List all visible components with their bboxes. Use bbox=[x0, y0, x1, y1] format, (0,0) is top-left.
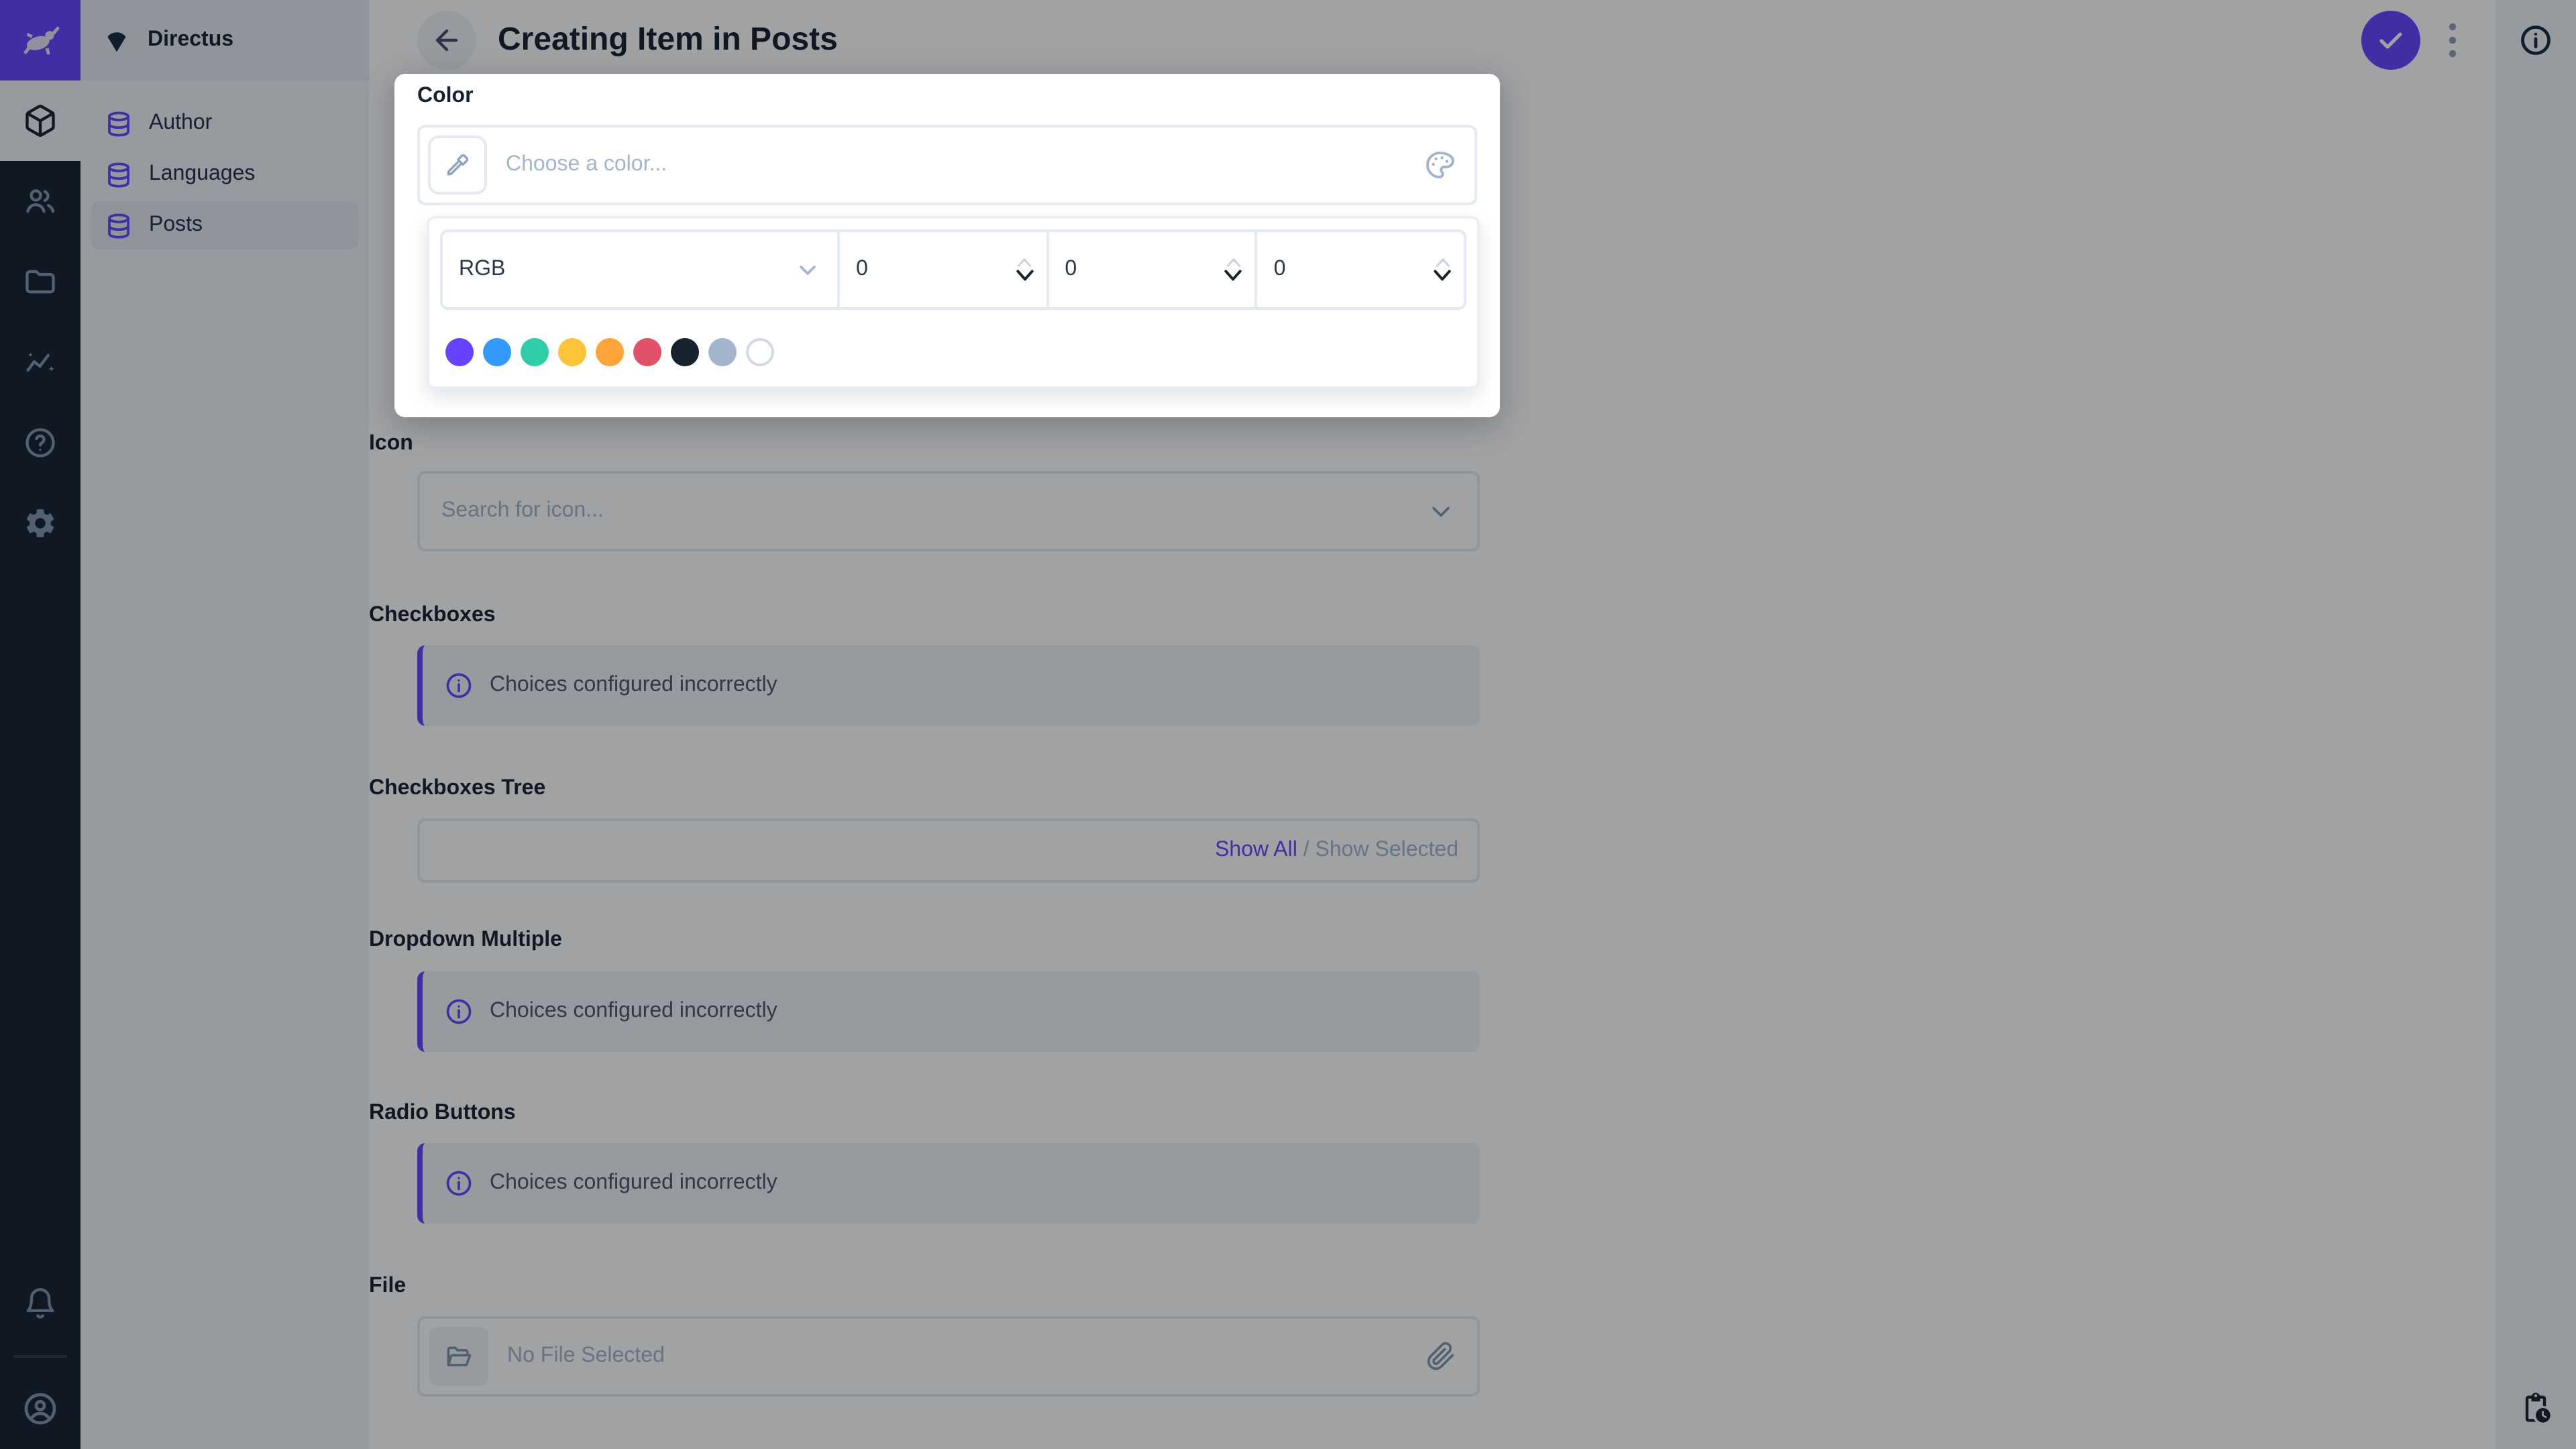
channel-g-steppers bbox=[1223, 256, 1244, 283]
channel-r-cell bbox=[840, 232, 1049, 307]
color-swatch[interactable] bbox=[558, 338, 586, 366]
stepper-down-icon[interactable] bbox=[1223, 268, 1244, 283]
channel-b-steppers bbox=[1432, 256, 1453, 283]
color-swatch[interactable] bbox=[671, 338, 699, 366]
stepper-up-icon[interactable] bbox=[1016, 256, 1033, 268]
channel-g-cell bbox=[1049, 232, 1258, 307]
palette-icon[interactable] bbox=[1424, 149, 1456, 181]
color-swatch[interactable] bbox=[445, 338, 474, 366]
color-input[interactable]: Choose a color... bbox=[417, 125, 1477, 205]
color-picker-menu: RGB bbox=[427, 216, 1480, 389]
color-swatch[interactable] bbox=[708, 338, 737, 366]
color-swatch[interactable] bbox=[746, 338, 774, 366]
field-label-color: Color bbox=[417, 85, 474, 107]
channel-b-cell bbox=[1258, 232, 1464, 307]
directus-app: Directus Author Languages Posts Creating… bbox=[0, 0, 2576, 1449]
color-input-placeholder: Choose a color... bbox=[506, 153, 667, 176]
channel-r-steppers bbox=[1014, 256, 1035, 283]
color-swatch[interactable] bbox=[521, 338, 549, 366]
preset-swatches bbox=[429, 321, 1477, 366]
color-mode-select[interactable]: RGB bbox=[443, 232, 840, 307]
stepper-down-icon[interactable] bbox=[1432, 268, 1453, 283]
color-swatch[interactable] bbox=[596, 338, 624, 366]
color-swatch[interactable] bbox=[633, 338, 661, 366]
eyedropper-button[interactable] bbox=[428, 136, 487, 195]
color-mode-value: RGB bbox=[459, 258, 506, 280]
chevron-down-icon bbox=[794, 256, 821, 283]
color-field-popup: Color Choose a color... RGB 0 0 0 bbox=[394, 74, 1500, 417]
stepper-up-icon[interactable] bbox=[1434, 256, 1451, 268]
stepper-down-icon[interactable] bbox=[1014, 268, 1035, 283]
channel-g-input[interactable] bbox=[1065, 258, 1223, 282]
color-swatch[interactable] bbox=[483, 338, 511, 366]
eyedropper-icon bbox=[443, 150, 472, 180]
channel-b-input[interactable] bbox=[1273, 258, 1432, 282]
stepper-up-icon[interactable] bbox=[1225, 256, 1242, 268]
color-value-row: RGB bbox=[440, 229, 1466, 310]
channel-r-input[interactable] bbox=[856, 258, 1014, 282]
